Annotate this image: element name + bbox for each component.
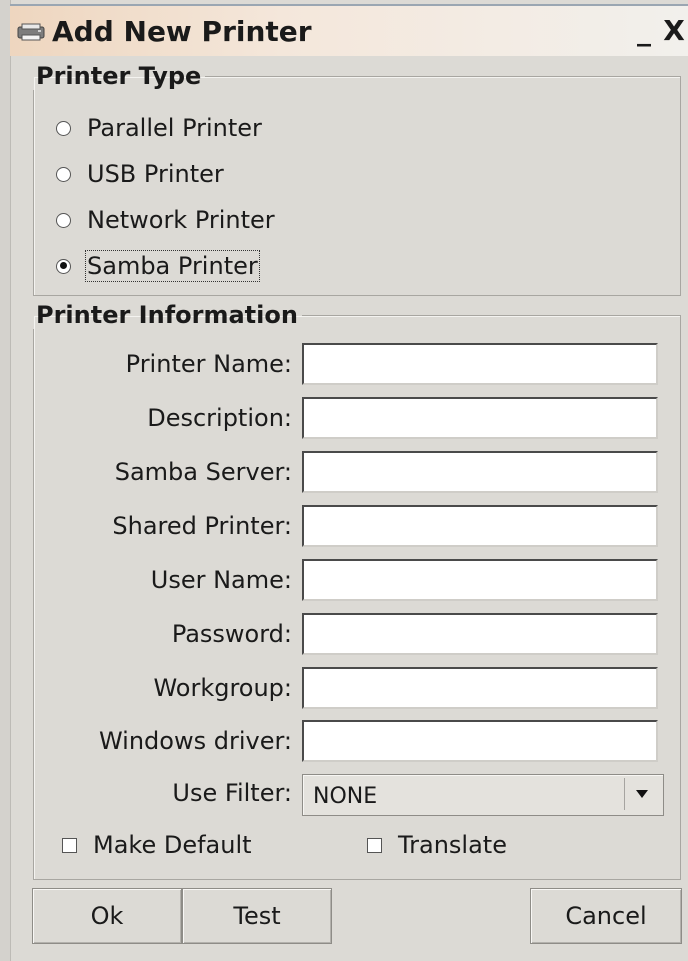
workgroup-label: Workgroup: (153, 674, 292, 702)
use-filter-value: NONE (313, 784, 378, 809)
radio-label: USB Printer (87, 160, 224, 188)
use-filter-dropdown[interactable]: NONE (302, 774, 664, 816)
radio-button[interactable] (56, 166, 71, 182)
test-button[interactable]: Test (182, 888, 332, 944)
user-name-label: User Name: (150, 566, 292, 594)
cancel-button[interactable]: Cancel (530, 888, 682, 944)
radio-label: Parallel Printer (87, 114, 262, 142)
description-label: Description: (147, 404, 292, 432)
shared-printer-field[interactable] (302, 505, 658, 547)
description-field[interactable] (302, 397, 658, 439)
window-title: Add New Printer (52, 15, 312, 48)
user-name-field[interactable] (302, 559, 658, 601)
radio-button[interactable] (56, 120, 71, 136)
radio-parallel-printer[interactable]: Parallel Printer (56, 111, 262, 145)
translate-checkbox[interactable] (367, 837, 382, 853)
password-label: Password: (171, 620, 292, 648)
close-button[interactable]: X (662, 16, 686, 48)
printer-type-group: Printer Type Parallel Printer USB Printe… (33, 62, 681, 296)
radio-samba-printer[interactable]: Samba Printer (56, 249, 260, 283)
printer-type-legend: Printer Type (36, 62, 202, 90)
radio-label: Samba Printer (85, 250, 260, 282)
title-bar[interactable]: Add New Printer _ X (10, 4, 688, 56)
chevron-down-icon[interactable] (624, 778, 659, 810)
password-field[interactable] (302, 613, 658, 655)
radio-label: Network Printer (87, 206, 275, 234)
make-default-checkbox[interactable] (62, 837, 77, 853)
workgroup-field[interactable] (302, 667, 658, 709)
radio-network-printer[interactable]: Network Printer (56, 203, 275, 237)
printer-information-legend: Printer Information (36, 301, 298, 329)
use-filter-label: Use Filter: (172, 779, 292, 807)
printer-name-field[interactable] (302, 343, 658, 385)
make-default-option[interactable]: Make Default (62, 828, 252, 862)
printer-icon (17, 23, 45, 41)
windows-driver-field[interactable] (302, 720, 658, 762)
printer-information-group: Printer Information Printer Name: Descri… (33, 301, 681, 880)
shared-printer-label: Shared Printer: (112, 512, 292, 540)
minimize-button[interactable]: _ (632, 16, 656, 48)
window-edge (0, 0, 11, 961)
translate-label: Translate (398, 831, 507, 859)
windows-driver-label: Windows driver: (98, 727, 292, 755)
ok-button[interactable]: Ok (32, 888, 182, 944)
make-default-label: Make Default (93, 831, 252, 859)
samba-server-label: Samba Server: (114, 458, 292, 486)
samba-server-field[interactable] (302, 451, 658, 493)
radio-button[interactable] (56, 212, 71, 228)
add-printer-dialog: Add New Printer _ X Printer Type Paralle… (0, 0, 688, 961)
radio-button[interactable] (56, 258, 71, 274)
translate-option[interactable]: Translate (367, 828, 507, 862)
printer-name-label: Printer Name: (125, 350, 292, 378)
radio-usb-printer[interactable]: USB Printer (56, 157, 224, 191)
